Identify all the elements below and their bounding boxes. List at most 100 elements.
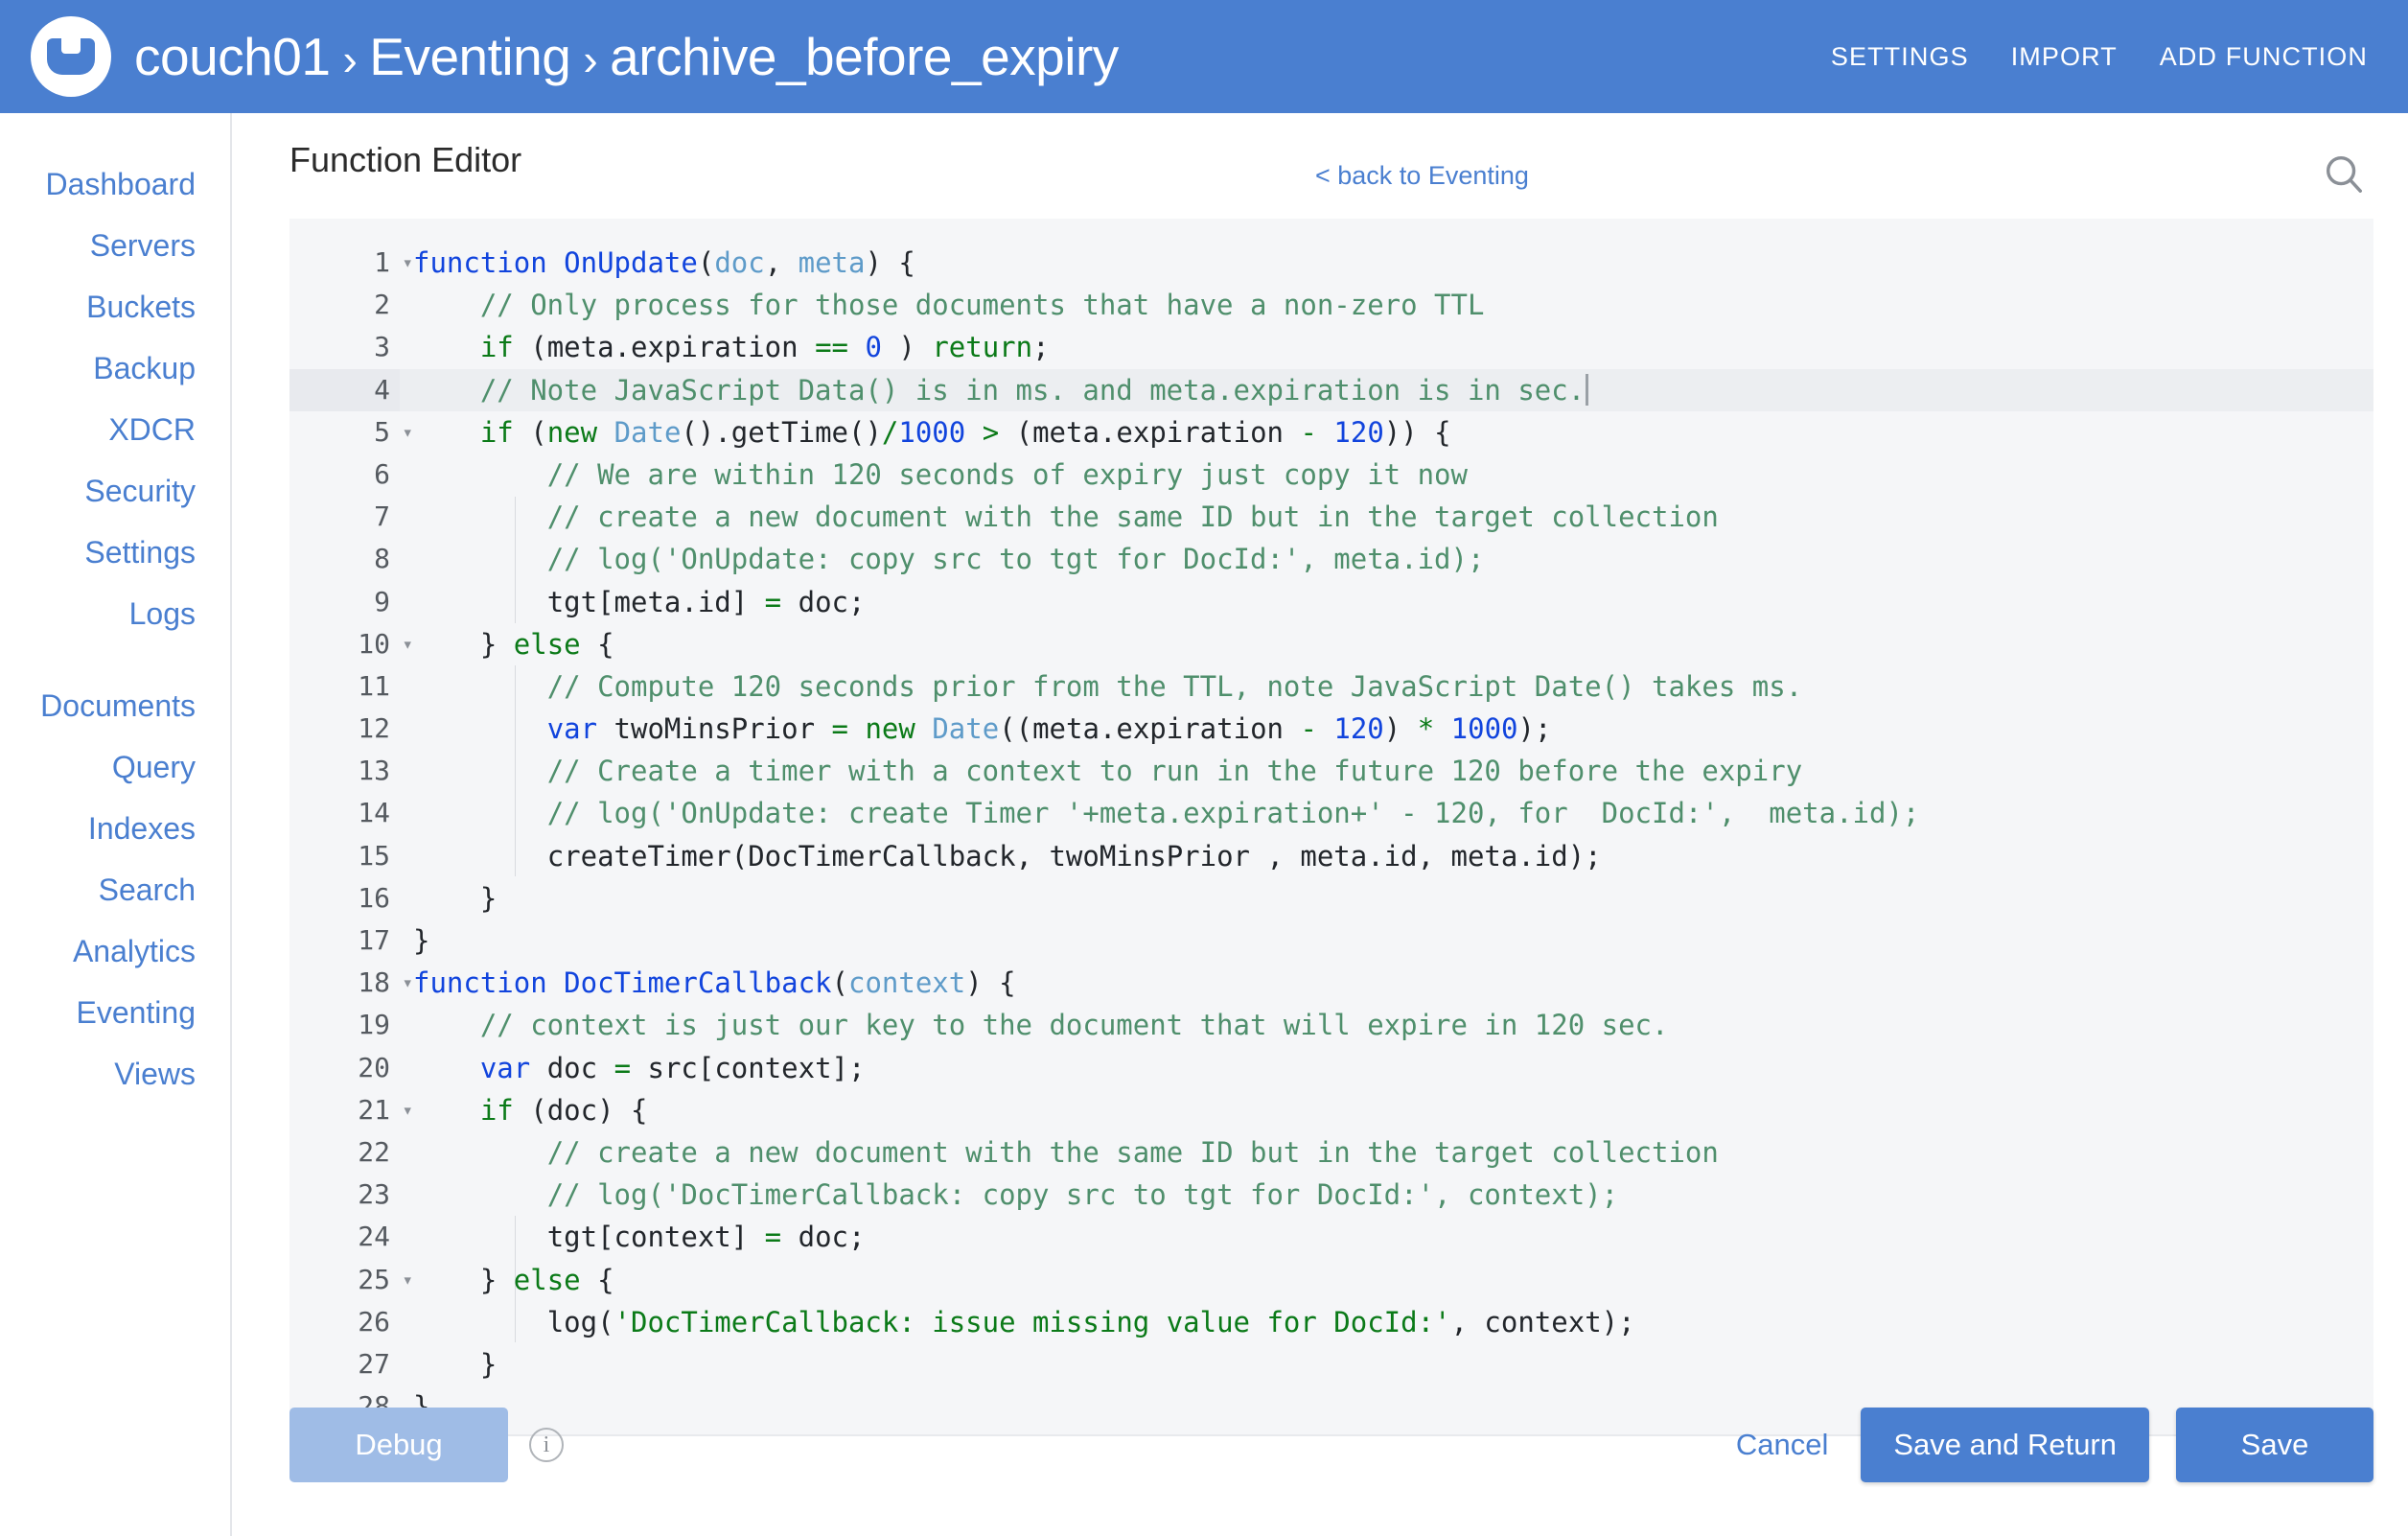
debug-button[interactable]: Debug [289, 1408, 508, 1482]
sidebar-item-settings[interactable]: Settings [84, 522, 230, 583]
code-line[interactable]: 22 // create a new document with the sam… [289, 1131, 2373, 1174]
sidebar-item-buckets[interactable]: Buckets [86, 276, 230, 337]
line-content: } else { [400, 623, 2373, 665]
code-line[interactable]: 17} [289, 919, 2373, 962]
breadcrumb-separator-1: › [330, 34, 369, 85]
sidebar-item-query[interactable]: Query [112, 736, 230, 798]
line-number: 8 [289, 538, 400, 580]
line-number: 18▾ [289, 962, 400, 1004]
line-content: // Compute 120 seconds prior from the TT… [400, 665, 2373, 708]
sidebar-item-backup[interactable]: Backup [93, 337, 230, 399]
sidebar-item-analytics[interactable]: Analytics [73, 920, 230, 982]
save-and-return-button[interactable]: Save and Return [1861, 1408, 2149, 1482]
code-line[interactable]: 5▾ if (new Date().getTime()/1000 > (meta… [289, 411, 2373, 454]
code-line[interactable]: 25▾ } else { [289, 1259, 2373, 1301]
line-content: // We are within 120 seconds of expiry j… [400, 454, 2373, 496]
code-line[interactable]: 21▾ if (doc) { [289, 1089, 2373, 1131]
line-content: // log('OnUpdate: create Timer '+meta.ex… [400, 792, 2373, 834]
sidebar-item-search[interactable]: Search [99, 859, 230, 920]
code-line[interactable]: 9 tgt[meta.id] = doc; [289, 581, 2373, 623]
text-caret [1586, 374, 1588, 406]
code-line[interactable]: 1▾function OnUpdate(doc, meta) { [289, 242, 2373, 284]
code-line[interactable]: 26 log('DocTimerCallback: issue missing … [289, 1301, 2373, 1343]
sidebar-item-xdcr[interactable]: XDCR [108, 399, 230, 460]
line-number: 23 [289, 1174, 400, 1216]
line-content: function OnUpdate(doc, meta) { [400, 242, 2373, 284]
line-number: 11 [289, 665, 400, 708]
import-link[interactable]: IMPORT [2011, 42, 2118, 72]
line-content: log('DocTimerCallback: issue missing val… [400, 1301, 2373, 1343]
line-content: createTimer(DocTimerCallback, twoMinsPri… [400, 835, 2373, 877]
breadcrumb-cluster[interactable]: couch01 [134, 26, 330, 87]
back-to-eventing-link[interactable]: < back to Eventing [1315, 161, 1529, 191]
code-line[interactable]: 6 // We are within 120 seconds of expiry… [289, 454, 2373, 496]
line-number: 5▾ [289, 411, 400, 454]
fold-triangle-icon[interactable]: ▾ [392, 411, 413, 454]
breadcrumb: couch01 › Eventing › archive_before_expi… [134, 26, 1119, 87]
code-line[interactable]: 7 // create a new document with the same… [289, 496, 2373, 538]
fold-triangle-icon[interactable]: ▾ [392, 623, 413, 665]
fold-triangle-icon[interactable]: ▾ [392, 962, 413, 1004]
code-line[interactable]: 10▾ } else { [289, 623, 2373, 665]
code-line[interactable]: 3 if (meta.expiration == 0 ) return; [289, 326, 2373, 368]
line-content: if (new Date().getTime()/1000 > (meta.ex… [400, 411, 2373, 454]
line-content: } [400, 877, 2373, 919]
line-number: 10▾ [289, 623, 400, 665]
line-number: 4 [289, 369, 400, 411]
code-line[interactable]: 24 tgt[context] = doc; [289, 1216, 2373, 1258]
line-number: 20 [289, 1047, 400, 1089]
code-line[interactable]: 18▾function DocTimerCallback(context) { [289, 962, 2373, 1004]
line-content: var twoMinsPrior = new Date((meta.expira… [400, 708, 2373, 750]
main-content: Function Editor < back to Eventing 1▾fun… [230, 113, 2408, 1536]
code-line[interactable]: 15 createTimer(DocTimerCallback, twoMins… [289, 835, 2373, 877]
breadcrumb-function-name: archive_before_expiry [610, 26, 1119, 87]
code-line[interactable]: 13 // Create a timer with a context to r… [289, 750, 2373, 792]
footer-actions: Cancel Save and Return Save [1736, 1408, 2373, 1482]
line-content: // log('DocTimerCallback: copy src to tg… [400, 1174, 2373, 1216]
code-line[interactable]: 8 // log('OnUpdate: copy src to tgt for … [289, 538, 2373, 580]
couchbase-logo[interactable] [29, 14, 113, 99]
line-number: 19 [289, 1004, 400, 1046]
sidebar-item-documents[interactable]: Documents [40, 675, 230, 736]
info-icon[interactable]: i [529, 1428, 564, 1462]
code-line[interactable]: 11 // Compute 120 seconds prior from the… [289, 665, 2373, 708]
code-line[interactable]: 14 // log('OnUpdate: create Timer '+meta… [289, 792, 2373, 834]
settings-link[interactable]: SETTINGS [1831, 42, 1969, 72]
sidebar-item-indexes[interactable]: Indexes [88, 798, 230, 859]
sidebar-item-security[interactable]: Security [84, 460, 230, 522]
cancel-button[interactable]: Cancel [1736, 1428, 1835, 1462]
sidebar-item-views[interactable]: Views [114, 1043, 230, 1105]
sidebar-item-logs[interactable]: Logs [129, 583, 230, 644]
line-number: 7 [289, 496, 400, 538]
sidebar-item-servers[interactable]: Servers [90, 215, 230, 276]
code-line[interactable]: 16 } [289, 877, 2373, 919]
logo-circle [31, 16, 111, 97]
save-button[interactable]: Save [2176, 1408, 2373, 1482]
content-header: Function Editor < back to Eventing [232, 113, 2408, 207]
sidebar-item-eventing[interactable]: Eventing [76, 982, 230, 1043]
line-content: } [400, 919, 2373, 962]
fold-triangle-icon[interactable]: ▾ [392, 242, 413, 284]
editor-footer-bar: Debug i Cancel Save and Return Save [232, 1354, 2408, 1536]
code-line-active[interactable]: 4 // Note JavaScript Data() is in ms. an… [289, 369, 2373, 411]
breadcrumb-section[interactable]: Eventing [369, 26, 570, 87]
code-line[interactable]: 23 // log('DocTimerCallback: copy src to… [289, 1174, 2373, 1216]
code-line[interactable]: 12 var twoMinsPrior = new Date((meta.exp… [289, 708, 2373, 750]
code-editor[interactable]: 1▾function OnUpdate(doc, meta) { 2 // On… [289, 219, 2373, 1436]
code-lines-container[interactable]: 1▾function OnUpdate(doc, meta) { 2 // On… [289, 219, 2373, 1428]
line-content: // Only process for those documents that… [400, 284, 2373, 326]
code-line[interactable]: 20 var doc = src[context]; [289, 1047, 2373, 1089]
code-line[interactable]: 19 // context is just our key to the doc… [289, 1004, 2373, 1046]
fold-triangle-icon[interactable]: ▾ [392, 1089, 413, 1131]
line-number: 12 [289, 708, 400, 750]
line-number: 21▾ [289, 1089, 400, 1131]
code-line[interactable]: 2 // Only process for those documents th… [289, 284, 2373, 326]
line-content: // create a new document with the same I… [400, 496, 2373, 538]
line-content: tgt[context] = doc; [400, 1216, 2373, 1258]
line-number: 15 [289, 835, 400, 877]
search-icon[interactable] [2322, 151, 2366, 196]
add-function-link[interactable]: ADD FUNCTION [2160, 42, 2368, 72]
fold-triangle-icon[interactable]: ▾ [392, 1259, 413, 1301]
sidebar-item-dashboard[interactable]: Dashboard [45, 153, 230, 215]
line-number: 17 [289, 919, 400, 962]
